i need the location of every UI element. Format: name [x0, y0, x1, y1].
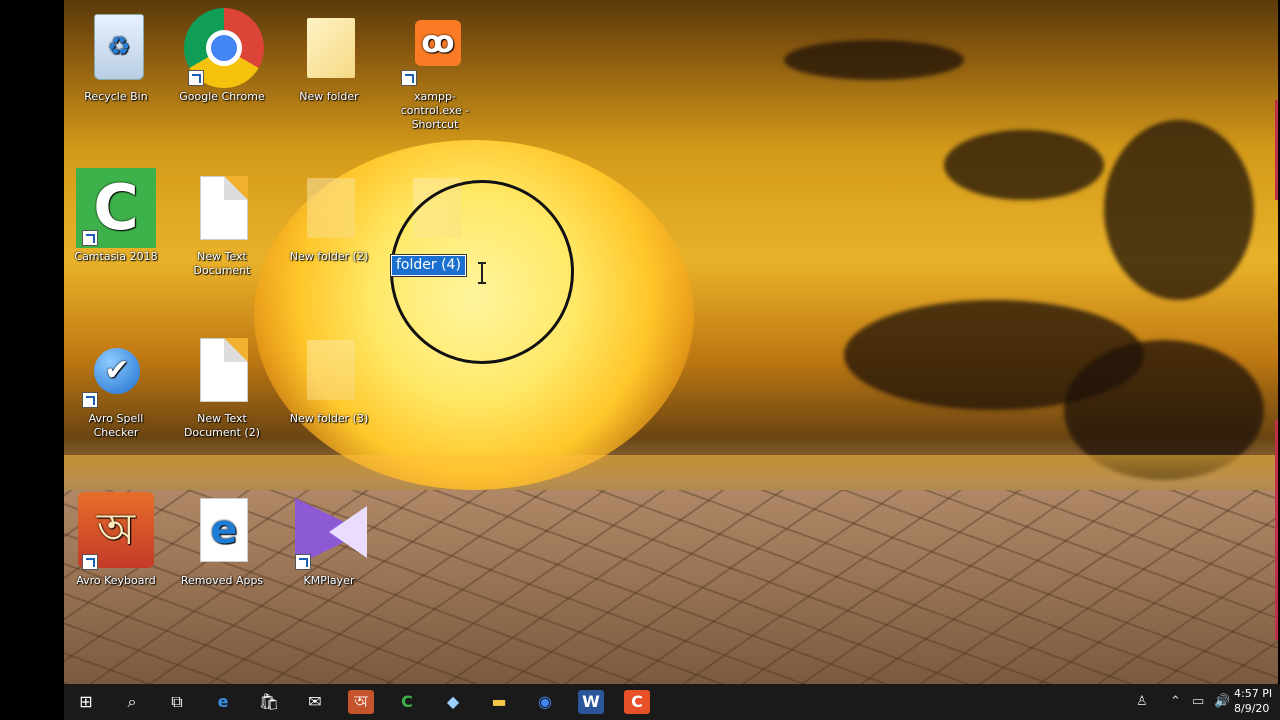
folder-icon [307, 18, 355, 78]
icon-label: Avro Spell Checker [88, 412, 144, 439]
edge-taskbar-icon[interactable]: e [210, 690, 236, 714]
icon-label: New Text Document (2) [183, 412, 261, 439]
rename-input[interactable]: folder (4) [390, 254, 467, 277]
people-icon[interactable]: ♙ [1136, 684, 1148, 720]
desktop-icon-camtasia[interactable]: C Camtasia 2018 [66, 168, 166, 264]
shortcut-arrow-icon [82, 392, 98, 408]
kmplayer-icon-accent [329, 506, 367, 558]
icon-label: KMPlayer [303, 574, 355, 587]
wallpaper-edge [1275, 420, 1278, 640]
mail-taskbar-icon[interactable]: ✉ [302, 690, 328, 714]
start-button[interactable]: ⊞ [73, 690, 99, 714]
file-explorer-taskbar-icon[interactable]: ▬ [486, 690, 512, 714]
desktop-icon-new-text-document-2[interactable]: New Text Document (2) [172, 330, 272, 440]
icon-label: Google Chrome [179, 90, 265, 103]
desktop-icon-new-text-document[interactable]: New Text Document [172, 168, 272, 278]
desktop-icon-removed-apps[interactable]: e Removed Apps [172, 492, 272, 588]
folder-icon [307, 178, 355, 238]
desktop-icon-kmplayer[interactable]: KMPlayer [279, 492, 379, 588]
shortcut-arrow-icon [401, 70, 417, 86]
taskbar: ⊞ ⌕ ⧉ e 🛍 ✉ অ C ◆ ▬ ◉ W C ♙ ⌃ ▭ 🔊 4:57 P… [64, 684, 1280, 720]
chevron-up-icon[interactable]: ⌃ [1170, 684, 1181, 720]
icon-label: New folder (3) [289, 412, 369, 425]
shortcut-arrow-icon [188, 70, 204, 86]
icon-label: Camtasia 2018 [74, 250, 158, 263]
wallpaper-edge [1275, 100, 1278, 200]
desktop-icon-new-folder-2[interactable]: New folder (2) [279, 168, 379, 264]
desktop-icon-xampp[interactable]: ꝏ xampp-control.exe - Shortcut [385, 8, 485, 132]
xampp-icon: ꝏ [415, 20, 461, 66]
camtasia-recorder-taskbar-icon[interactable]: C [624, 690, 650, 714]
desktop-icon-new-folder[interactable]: New folder [279, 8, 379, 104]
text-document-icon [200, 176, 248, 240]
icon-label: Removed Apps [180, 574, 264, 587]
app-taskbar-icon[interactable]: ◆ [440, 690, 466, 714]
clock-date: 8/9/20 [1234, 702, 1270, 715]
icon-label: Recycle Bin [84, 90, 148, 103]
desktop[interactable]: ♻ Recycle Bin Google Chrome New folder ꝏ… [64, 0, 1278, 684]
shortcut-arrow-icon [82, 230, 98, 246]
icon-label: New folder (2) [289, 250, 369, 263]
store-taskbar-icon[interactable]: 🛍 [256, 690, 282, 714]
chrome-taskbar-icon[interactable]: ◉ [532, 690, 558, 714]
desktop-icon-new-folder-3[interactable]: New folder (3) [279, 330, 379, 426]
task-view-button[interactable]: ⧉ [164, 690, 190, 714]
edge-document-icon: e [200, 498, 248, 562]
network-icon[interactable]: ▭ [1192, 684, 1204, 720]
volume-icon[interactable]: 🔊 [1214, 684, 1230, 720]
search-button[interactable]: ⌕ [119, 690, 145, 714]
text-cursor-icon [478, 262, 486, 284]
checkmark-icon: ✔ [94, 348, 140, 394]
icon-label: Avro Keyboard [76, 574, 156, 587]
recycle-bin-icon: ♻ [94, 14, 144, 80]
icon-label: xampp-control.exe - Shortcut [400, 90, 470, 131]
shortcut-arrow-icon [82, 554, 98, 570]
desktop-icon-avro-spell-checker[interactable]: ✔ Avro Spell Checker [66, 330, 166, 440]
shortcut-arrow-icon [295, 554, 311, 570]
desktop-icon-google-chrome[interactable]: Google Chrome [172, 8, 272, 104]
desktop-icon-avro-keyboard[interactable]: অ Avro Keyboard [66, 492, 166, 588]
icon-label: New Text Document [193, 250, 251, 277]
wallpaper-cloud [1104, 120, 1254, 300]
taskbar-clock[interactable]: 4:57 PI 8/9/20 [1234, 686, 1280, 716]
clock-time: 4:57 PI [1234, 687, 1273, 700]
wallpaper-cloud [944, 130, 1104, 200]
wallpaper-cloud [784, 40, 964, 80]
camtasia-taskbar-icon[interactable]: C [394, 690, 420, 714]
icon-label: New folder [299, 90, 359, 103]
word-taskbar-icon[interactable]: W [578, 690, 604, 714]
desktop-icon-recycle-bin[interactable]: ♻ Recycle Bin [66, 8, 166, 104]
folder-icon [307, 340, 355, 400]
text-document-icon [200, 338, 248, 402]
avro-taskbar-icon[interactable]: অ [348, 690, 374, 714]
